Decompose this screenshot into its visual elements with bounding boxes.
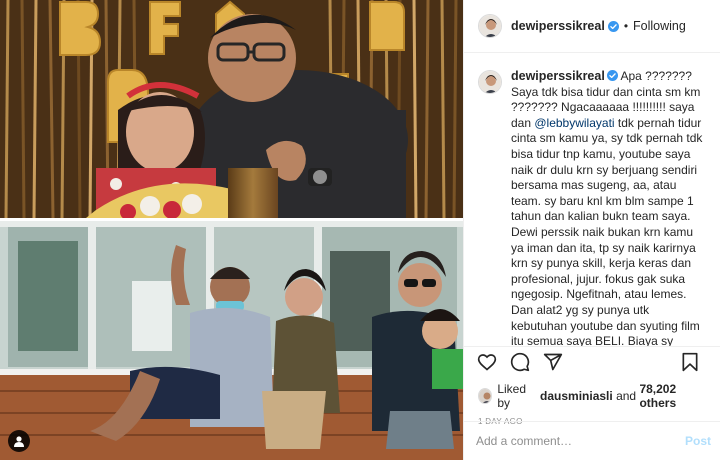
post-comment-button[interactable]: Post xyxy=(685,434,711,448)
user-tag-icon xyxy=(14,436,24,447)
author-username[interactable]: dewiperssikreal xyxy=(511,19,605,33)
caption-avatar[interactable] xyxy=(478,70,502,94)
following-button[interactable]: Following xyxy=(633,19,686,33)
comment-input[interactable] xyxy=(476,434,666,448)
verified-badge-icon xyxy=(607,20,619,32)
caption-body: dewiperssikreal Apa ??????? Saya tdk bis… xyxy=(511,69,707,346)
post-panel: dewiperssikreal • Following dewiperssikr… xyxy=(463,0,720,460)
post-caption: dewiperssikreal Apa ??????? Saya tdk bis… xyxy=(464,54,720,346)
header-separator: • xyxy=(623,19,629,33)
comment-form: Post xyxy=(464,421,720,460)
comment-button[interactable] xyxy=(509,351,531,373)
post-media[interactable] xyxy=(0,0,463,460)
save-button[interactable] xyxy=(679,351,701,373)
comment-bubble-icon xyxy=(510,352,530,372)
share-button[interactable] xyxy=(542,351,564,373)
caption-username[interactable]: dewiperssikreal xyxy=(511,69,605,83)
post-header: dewiperssikreal • Following xyxy=(464,0,720,53)
verified-badge-icon xyxy=(606,70,618,81)
photo-party xyxy=(0,0,463,218)
heart-icon xyxy=(477,354,497,371)
author-avatar[interactable] xyxy=(478,14,502,38)
likes-summary: Liked by dausminiasli and 78,202 others xyxy=(464,382,720,410)
liked-by-user-link[interactable]: dausminiasli xyxy=(540,389,613,403)
photo-family xyxy=(0,221,463,460)
bookmark-icon xyxy=(682,352,698,372)
like-button[interactable] xyxy=(476,351,498,373)
paper-plane-icon xyxy=(543,353,563,371)
liker-avatar[interactable] xyxy=(478,388,493,404)
liked-by-prefix: Liked by xyxy=(497,382,527,410)
caption-mention-link[interactable]: @lebbywilayati xyxy=(534,116,614,130)
action-bar xyxy=(464,347,720,377)
tagged-users-button[interactable] xyxy=(8,430,30,452)
post-actions-section: Liked by dausminiasli and 78,202 others … xyxy=(464,346,720,426)
liked-by-joiner: and xyxy=(616,389,637,403)
likes-count-link[interactable]: 78,202 others xyxy=(639,382,707,410)
caption-text-rest: tdk pernah tidur cinta sm kamu ya, sy td… xyxy=(511,115,703,346)
